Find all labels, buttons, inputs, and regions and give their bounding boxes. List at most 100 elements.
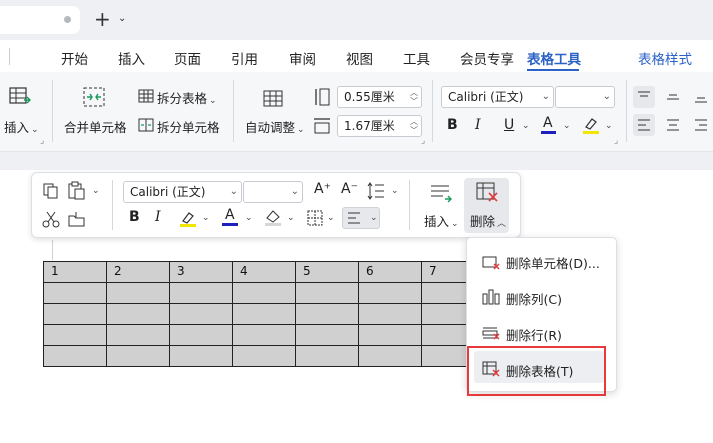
shrink-font-button[interactable]: A⁻	[341, 181, 358, 197]
table-cell[interactable]	[106, 303, 170, 325]
paste-icon[interactable]	[67, 181, 87, 201]
new-tab-button[interactable]: +	[94, 8, 111, 30]
chevron-down-icon[interactable]: ⌄	[287, 213, 295, 223]
table-cell[interactable]	[295, 345, 359, 367]
table-cell[interactable]	[169, 303, 233, 325]
split-table-icon[interactable]	[138, 89, 154, 103]
font-name-select[interactable]: Calibri (正文) ⌄	[441, 86, 554, 108]
document-table[interactable]: 1 2 3 4 5 6 7	[43, 261, 485, 367]
column-width-field[interactable]: 1.67厘米 ︿ ﹀	[337, 115, 422, 137]
merge-cells-button[interactable]: 合并单元格	[64, 117, 127, 136]
chevron-down-icon[interactable]: ⌄	[563, 121, 571, 131]
merge-cells-icon[interactable]	[82, 86, 106, 108]
table-cell[interactable]: 1	[43, 261, 107, 283]
insert-table-icon[interactable]	[8, 86, 32, 108]
table-cell[interactable]	[169, 345, 233, 367]
underline-button[interactable]: U	[504, 117, 514, 133]
cut-icon[interactable]	[42, 210, 60, 228]
italic-button[interactable]: I	[475, 117, 481, 133]
table-cell[interactable]	[358, 324, 422, 346]
table-cell[interactable]	[106, 345, 170, 367]
align-middle-icon[interactable]	[666, 90, 680, 104]
table-cell[interactable]	[295, 303, 359, 325]
table-cell[interactable]	[232, 345, 296, 367]
table-cell[interactable]	[358, 345, 422, 367]
table-cell[interactable]	[43, 303, 107, 325]
autofit-button[interactable]: 自动调整 ⌄	[245, 117, 305, 136]
table-cell[interactable]	[358, 303, 422, 325]
tab-close-icon[interactable]	[64, 16, 71, 23]
chevron-down-icon[interactable]: ⌄	[522, 121, 530, 131]
menu-insert[interactable]: 插入	[118, 48, 145, 68]
autofit-icon[interactable]	[262, 88, 284, 108]
table-cell[interactable]	[295, 282, 359, 304]
menu-view[interactable]: 视图	[346, 48, 373, 68]
row-height-field[interactable]: 0.55厘米 ︿ ﹀	[337, 86, 422, 108]
group-expand-icon[interactable]: ⌟	[40, 136, 44, 146]
delete-table-icon[interactable]	[475, 181, 499, 205]
split-table-button[interactable]: 拆分表格 ⌄	[157, 88, 217, 107]
chevron-down-icon[interactable]: ⌄	[605, 121, 613, 131]
font-size-select[interactable]: ⌄	[555, 86, 615, 108]
table-cell[interactable]	[169, 324, 233, 346]
menu-table-tools[interactable]: 表格工具	[527, 48, 581, 68]
mini-font-name-select[interactable]: Calibri (正文) ⌄	[123, 181, 242, 203]
mini-delete-button[interactable]: 删除 ︿	[470, 211, 506, 230]
mini-highlighter-icon[interactable]	[179, 209, 197, 229]
menu-table-style[interactable]: 表格样式	[638, 48, 692, 68]
paragraph-align-icon[interactable]	[347, 211, 361, 225]
table-cell[interactable]	[232, 303, 296, 325]
format-painter-icon[interactable]	[67, 210, 87, 228]
table-cell[interactable]	[43, 324, 107, 346]
mini-insert-button[interactable]: 插入 ⌄	[424, 211, 459, 230]
menu-membership[interactable]: 会员专享	[460, 48, 514, 68]
split-cells-button[interactable]: 拆分单元格	[157, 117, 220, 136]
line-spacing-icon[interactable]	[367, 182, 385, 200]
copy-icon[interactable]	[42, 182, 60, 200]
chevron-down-icon[interactable]: ⌄	[327, 213, 335, 223]
chevron-down-icon[interactable]: ⌄	[391, 186, 399, 196]
table-cell[interactable]	[106, 324, 170, 346]
menu-page[interactable]: 页面	[174, 48, 201, 68]
table-cell[interactable]	[295, 324, 359, 346]
table-cell[interactable]: 5	[295, 261, 359, 283]
chevron-down-icon[interactable]: ⌄	[202, 213, 210, 223]
chevron-down-icon[interactable]: ⌄	[245, 213, 253, 223]
table-cell[interactable]	[169, 282, 233, 304]
group-expand-icon[interactable]: ⌟	[614, 136, 618, 146]
menu-home[interactable]: 开始	[61, 48, 88, 68]
chevron-down-icon[interactable]: ⌄	[370, 213, 378, 223]
mini-italic-button[interactable]: I	[155, 209, 161, 225]
borders-icon[interactable]	[307, 210, 323, 226]
align-bottom-icon[interactable]	[694, 90, 708, 104]
shading-icon[interactable]	[264, 208, 282, 228]
table-cell[interactable]	[232, 282, 296, 304]
mini-font-color-button[interactable]: A	[225, 207, 235, 223]
table-cell[interactable]	[106, 282, 170, 304]
align-center-icon[interactable]	[666, 118, 680, 132]
chevron-down-icon[interactable]: ⌄	[118, 13, 126, 24]
table-cell[interactable]: 2	[106, 261, 170, 283]
mini-font-size-select[interactable]: ⌄	[243, 181, 303, 203]
mini-insert-icon[interactable]	[429, 180, 453, 204]
mini-bold-button[interactable]: B	[129, 209, 140, 225]
table-cell[interactable]: 6	[358, 261, 422, 283]
highlighter-icon[interactable]	[582, 115, 600, 135]
table-cell[interactable]	[43, 282, 107, 304]
group-expand-icon[interactable]: ⌟	[421, 136, 425, 146]
table-cell[interactable]	[358, 282, 422, 304]
bold-button[interactable]: B	[447, 117, 458, 133]
table-cell[interactable]	[43, 345, 107, 367]
table-cell[interactable]: 4	[232, 261, 296, 283]
menu-tools[interactable]: 工具	[403, 48, 430, 68]
chevron-down-icon[interactable]: ⌄	[92, 186, 100, 196]
grow-font-button[interactable]: A⁺	[314, 181, 331, 197]
align-left-icon[interactable]	[637, 118, 651, 132]
align-top-icon[interactable]	[637, 90, 651, 104]
ribbon-insert-label[interactable]: 插入 ⌄	[4, 117, 39, 136]
align-right-icon[interactable]	[694, 118, 708, 132]
menu-references[interactable]: 引用	[231, 48, 258, 68]
table-cell[interactable]	[232, 324, 296, 346]
font-color-button[interactable]: A	[543, 115, 553, 131]
table-cell[interactable]: 3	[169, 261, 233, 283]
